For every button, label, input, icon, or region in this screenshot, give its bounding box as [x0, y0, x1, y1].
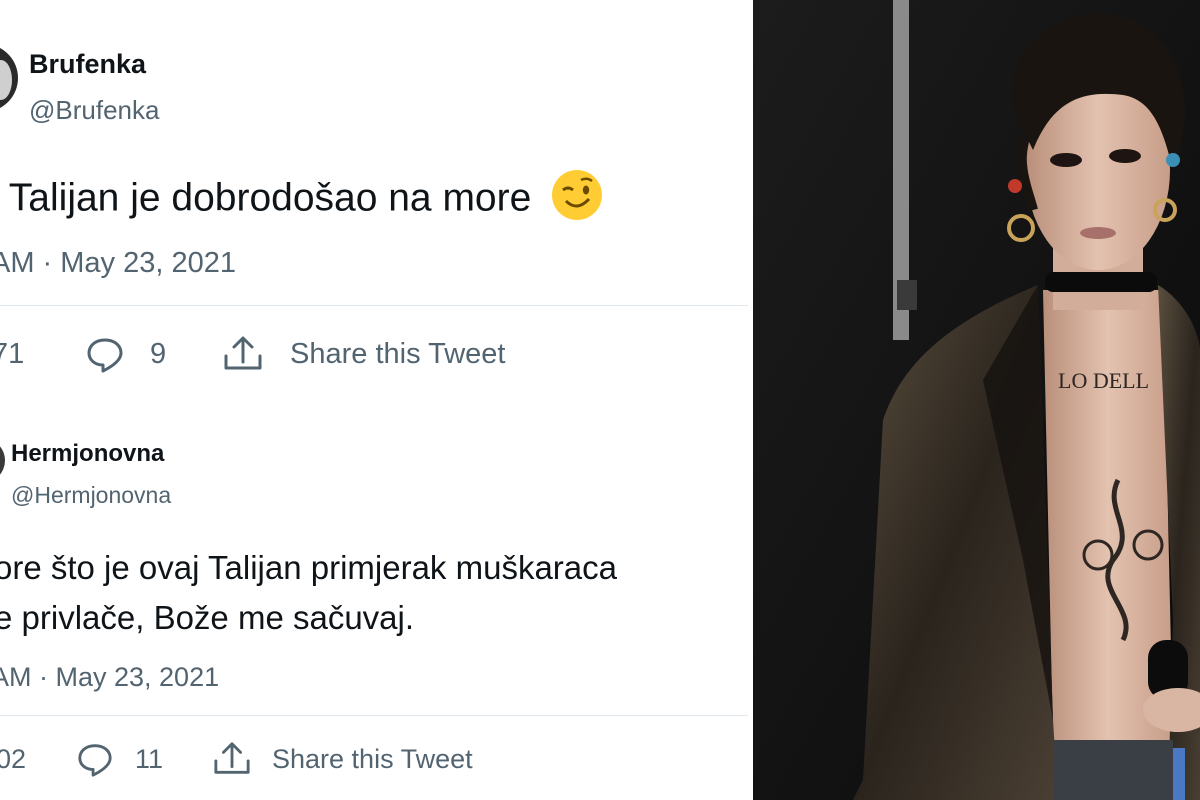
tweet-hermjonovna: Hermjonovna @Hermjonovna ore što je ovaj… [0, 400, 752, 800]
share-icon [212, 740, 252, 778]
author-handle[interactable]: @Brufenka [29, 95, 159, 126]
reply-icon [85, 334, 125, 374]
author-name[interactable]: Brufenka [29, 49, 146, 80]
like-count[interactable]: 71 [0, 338, 24, 371]
share-button[interactable]: Share this Tweet [212, 740, 473, 778]
like-count[interactable]: 02 [0, 744, 26, 775]
share-button[interactable]: Share this Tweet [222, 334, 505, 374]
tweets-panel: Brufenka @Brufenka j Talijan je dobrodoš… [0, 0, 752, 800]
like-count-value: 71 [0, 338, 25, 370]
like-count-value: 02 [0, 744, 27, 774]
share-label: Share this Tweet [272, 743, 473, 774]
tweet-text: j Talijan je dobrodošao na more [0, 168, 604, 232]
tattoo-text: LO DELL [1058, 368, 1149, 393]
avatar[interactable] [0, 438, 5, 483]
share-label: Share this Tweet [290, 337, 506, 370]
divider [0, 305, 748, 306]
avatar[interactable] [0, 44, 18, 112]
tweet-text-line-2: e privlače, Bože me sačuvaj. [0, 599, 415, 636]
share-icon [222, 334, 264, 374]
reply-button[interactable]: 11 [76, 740, 163, 778]
photo-panel: LO DELL [752, 0, 1200, 800]
divider [0, 715, 748, 716]
reply-icon [76, 740, 114, 778]
tweet-timestamp[interactable]: AM · May 23, 2021 [0, 662, 219, 693]
tweet-text-body: j Talijan je dobrodošao na more [0, 176, 532, 220]
reply-button[interactable]: 9 [85, 334, 166, 374]
portrait-photo: LO DELL [753, 0, 1200, 800]
author-handle[interactable]: @Hermjonovna [11, 482, 171, 509]
author-name[interactable]: Hermjonovna [11, 440, 164, 468]
tweet-text-line-1: ore što je ovaj Talijan primjerak muškar… [0, 549, 617, 586]
reply-count: 9 [150, 337, 167, 370]
tweet-timestamp[interactable]: AM · May 23, 2021 [0, 247, 236, 280]
reply-count: 11 [135, 743, 164, 774]
tweet-brufenka: Brufenka @Brufenka j Talijan je dobrodoš… [0, 0, 752, 400]
winking-face-icon [550, 168, 604, 232]
